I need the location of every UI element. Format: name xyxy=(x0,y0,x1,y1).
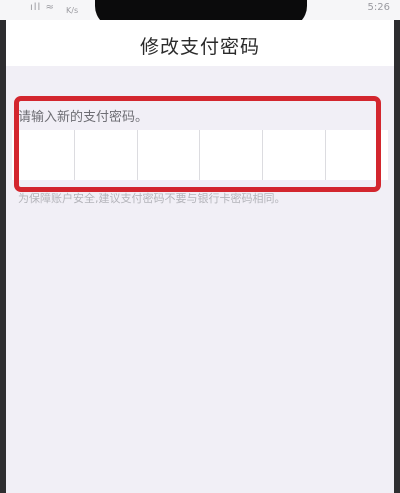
security-hint: 为保障账户安全,建议支付密码不要与银行卡密码相同。 xyxy=(18,192,286,205)
pin-input[interactable] xyxy=(12,130,388,180)
page-title: 修改支付密码 xyxy=(139,36,260,58)
pin-cell-3[interactable] xyxy=(136,130,200,180)
pin-cell-5[interactable] xyxy=(262,130,325,180)
content-area: 请输入新的支付密码。 为保障账户安全,建议支付密码不要与银行卡密码相同。 xyxy=(6,66,394,493)
network-speed: K/s xyxy=(66,6,79,15)
pin-cell-6[interactable] xyxy=(325,130,388,180)
device-bezel-right xyxy=(394,0,400,493)
pin-cell-1[interactable] xyxy=(12,130,74,180)
status-time: 5:26 xyxy=(367,2,390,13)
header: 修改支付密码 xyxy=(6,20,394,66)
signal-wifi-icon: ıll ≈ xyxy=(30,2,55,13)
pin-cell-4[interactable] xyxy=(199,130,262,180)
password-prompt: 请输入新的支付密码。 xyxy=(18,110,149,125)
pin-cell-2[interactable] xyxy=(73,130,137,180)
